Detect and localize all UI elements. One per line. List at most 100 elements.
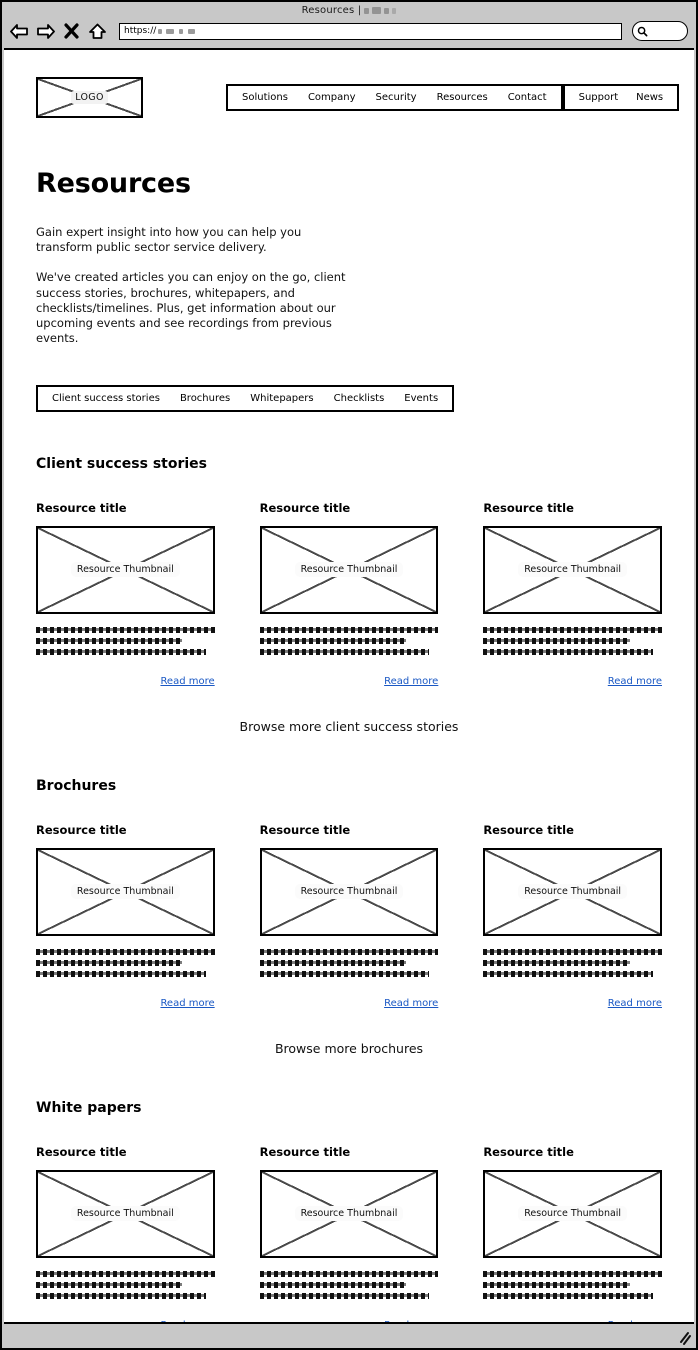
resource-thumbnail-label: Resource Thumbnail (294, 562, 404, 578)
nav-item-resources[interactable]: Resources (437, 92, 488, 103)
section-client-success-stories: Client success stories Resource title Re… (36, 456, 662, 734)
resource-card-placeholder-text (483, 1270, 662, 1299)
placeholder-text-line (259, 626, 439, 633)
placeholder-text-line (36, 626, 215, 633)
resource-card: Resource title Resource Thumbnail Read m… (36, 823, 215, 1010)
browse-more-brochures[interactable]: Browse more brochures (36, 1041, 662, 1056)
placeholder-text-line (483, 1292, 654, 1299)
resource-card: Resource title Resource Thumbnail Read m… (259, 822, 439, 1010)
resource-card-placeholder-text (483, 948, 662, 977)
tab-brochures[interactable]: Brochures (180, 393, 230, 404)
placeholder-text-line (259, 1270, 439, 1277)
nav-item-support[interactable]: Support (579, 92, 619, 103)
resource-thumbnail-label: Resource Thumbnail (294, 884, 404, 900)
nav-item-contact[interactable]: Contact (508, 92, 547, 103)
nav-item-security[interactable]: Security (376, 92, 417, 103)
resource-card-title: Resource title (483, 1144, 574, 1159)
resize-grip-icon[interactable] (677, 1331, 691, 1345)
resource-card-title: Resource title (483, 500, 574, 515)
main-navigation: Solutions Company Security Resources Con… (226, 84, 563, 111)
page-title: Resources (36, 168, 191, 199)
placeholder-text-line (259, 970, 430, 977)
resource-card: Resource title Resource Thumbnail Read m… (483, 1144, 662, 1322)
resource-card-placeholder-text (259, 626, 439, 655)
resource-card-placeholder-text (36, 1270, 215, 1299)
resource-thumbnail[interactable]: Resource Thumbnail (483, 1169, 662, 1258)
resource-card-placeholder-text (259, 1270, 439, 1299)
placeholder-text-line (36, 959, 183, 966)
resource-card-title: Resource title (36, 822, 127, 837)
resource-thumbnail[interactable]: Resource Thumbnail (483, 847, 662, 936)
resource-thumbnail[interactable]: Resource Thumbnail (36, 525, 215, 614)
resource-thumbnail-label: Resource Thumbnail (518, 562, 628, 578)
resource-thumbnail-label: Resource Thumbnail (294, 1206, 404, 1222)
url-redaction (166, 28, 175, 34)
placeholder-text-line (259, 959, 407, 966)
resource-card-placeholder-text (259, 948, 439, 977)
logo[interactable]: LOGO (36, 77, 143, 118)
resource-thumbnail[interactable]: Resource Thumbnail (259, 525, 439, 614)
section-heading: Brochures (36, 777, 117, 794)
search-input[interactable] (632, 21, 688, 41)
placeholder-text-line (483, 637, 630, 644)
nav-item-solutions[interactable]: Solutions (242, 92, 288, 103)
close-x-icon[interactable] (61, 21, 81, 41)
window-title-redaction (372, 7, 382, 14)
read-more-link[interactable]: Read more (160, 998, 214, 1009)
resource-thumbnail[interactable]: Resource Thumbnail (36, 1169, 215, 1258)
resource-thumbnail-label: Resource Thumbnail (70, 562, 180, 578)
resource-thumbnail-label: Resource Thumbnail (70, 884, 180, 900)
read-more-container: Read more (260, 669, 438, 688)
resource-card-title: Resource title (259, 822, 351, 837)
read-more-link[interactable]: Read more (608, 998, 662, 1009)
read-more-link[interactable]: Read more (608, 676, 662, 687)
read-more-link[interactable]: Read more (384, 676, 438, 687)
forward-arrow-icon[interactable] (35, 21, 55, 41)
magnifier-icon (637, 26, 648, 36)
resource-card: Resource title Resource Thumbnail Read m… (36, 1145, 215, 1322)
placeholder-text-line (483, 948, 662, 955)
section-heading: Client success stories (36, 455, 208, 472)
browse-more-client-success-stories[interactable]: Browse more client success stories (36, 719, 662, 734)
resource-thumbnail[interactable]: Resource Thumbnail (259, 1169, 439, 1258)
tab-whitepapers[interactable]: Whitepapers (250, 393, 313, 404)
window-title-redaction (384, 7, 390, 14)
resource-card-placeholder-text (483, 626, 662, 655)
placeholder-text-line (259, 637, 407, 644)
placeholder-text-line (259, 1292, 430, 1299)
url-text: https:// (124, 26, 157, 36)
tab-events[interactable]: Events (404, 393, 438, 404)
utility-navigation: Support News (562, 84, 680, 111)
read-more-link[interactable]: Read more (160, 676, 214, 687)
section-brochures: Brochures Resource title Resource Thumbn… (36, 778, 662, 1056)
resource-card-placeholder-text (36, 626, 215, 655)
back-arrow-icon[interactable] (9, 21, 29, 41)
tab-client-success-stories[interactable]: Client success stories (52, 393, 160, 404)
resource-thumbnail[interactable]: Resource Thumbnail (36, 847, 215, 936)
read-more-container: Read more (483, 991, 662, 1010)
nav-item-news[interactable]: News (636, 92, 663, 103)
resource-thumbnail-label: Resource Thumbnail (70, 1206, 180, 1222)
placeholder-text-line (483, 626, 662, 633)
window-title-text: Resources | (301, 5, 362, 16)
browser-window: Resources | https:// LOGO Solutions Comp… (0, 0, 698, 1350)
resource-card-title: Resource title (483, 822, 574, 837)
read-more-container: Read more (483, 1313, 662, 1322)
resource-thumbnail[interactable]: Resource Thumbnail (259, 847, 439, 936)
nav-item-company[interactable]: Company (308, 92, 356, 103)
card-grid: Resource title Resource Thumbnail Read m… (36, 823, 662, 1010)
placeholder-text-line (259, 948, 439, 955)
resource-card-placeholder-text (36, 948, 215, 977)
window-title-redaction (364, 7, 370, 14)
placeholder-text-line (36, 648, 206, 655)
browser-toolbar: https:// (2, 16, 696, 44)
read-more-link[interactable]: Read more (384, 998, 438, 1009)
tab-checklists[interactable]: Checklists (334, 393, 385, 404)
address-bar[interactable]: https:// (119, 22, 622, 40)
resource-thumbnail[interactable]: Resource Thumbnail (483, 525, 662, 614)
page-content: LOGO Solutions Company Security Resource… (4, 50, 694, 1322)
resource-card-title: Resource title (259, 1144, 351, 1159)
section-heading: White papers (36, 1099, 142, 1116)
resource-thumbnail-label: Resource Thumbnail (518, 1206, 628, 1222)
home-icon[interactable] (87, 21, 107, 41)
